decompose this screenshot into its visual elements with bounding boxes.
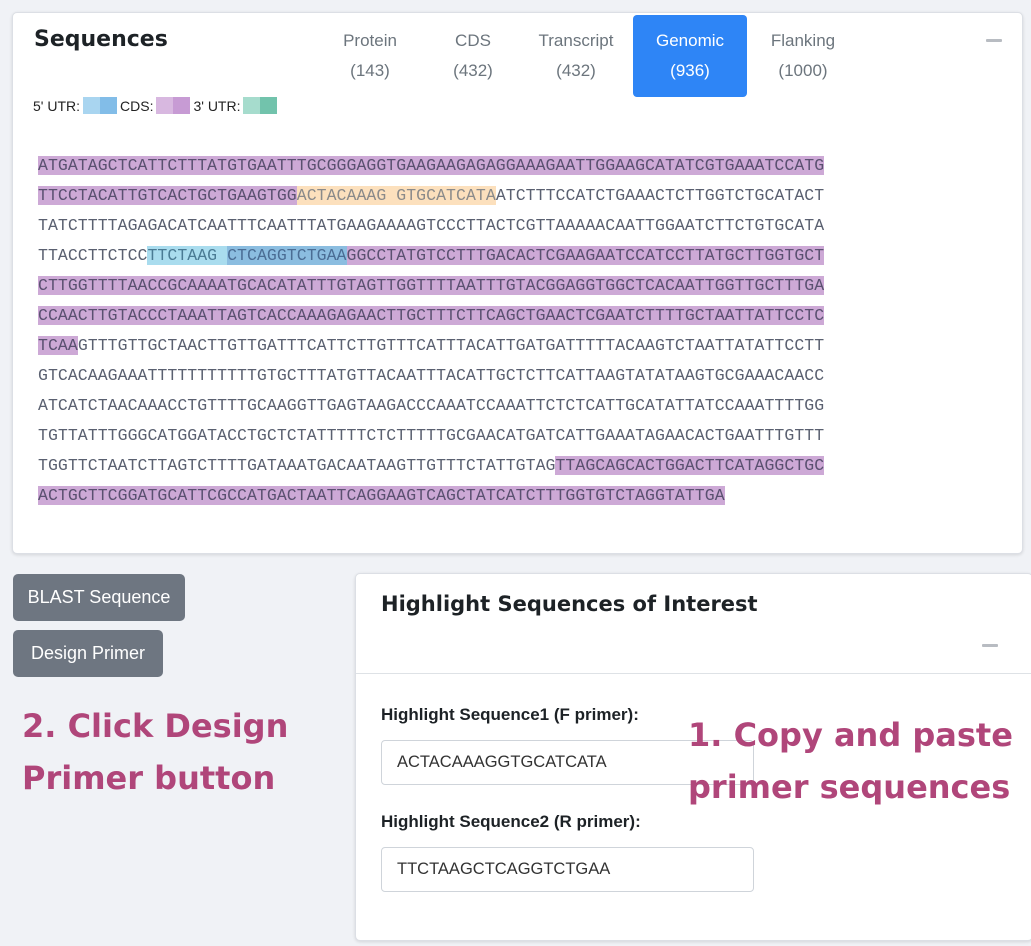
tab-cds[interactable]: CDS (432) (427, 15, 519, 97)
tab-label: Transcript (538, 31, 614, 50)
tab-count: (432) (556, 61, 596, 80)
collapse-icon[interactable] (982, 644, 998, 647)
annotation-line: Primer button (22, 759, 276, 797)
sequence-line: CTTGGTTTTAACCGCAAAATGCACATATTTGTAGTTGGTT… (38, 271, 993, 301)
r-primer-highlight: CTCAGGTCTGAA (227, 246, 347, 265)
sequence-line: ATGATAGCTCATTCTTTATGTGAATTTGCGGGAGGTGAAG… (38, 151, 993, 181)
legend-utr5-label: 5' UTR: (33, 97, 81, 114)
legend-cds-swatch-dark (173, 97, 191, 114)
sequence-line: ACTGCTTCGGATGCATTCGCCATGACTAATTCAGGAAGTC… (38, 481, 993, 511)
sequence-line: TATCTTTTAGAGACATCAATTTCAATTTATGAAGAAAAGT… (38, 211, 993, 241)
f-primer-highlight: GTGCATCATA (396, 186, 496, 205)
sequence-segment: ATCTTTCCATCTGAAACTCTTGGTCTGCATACT (495, 186, 825, 205)
sequence-line: CCAACTTGTACCCTAAATTAGTCACCAAAGAGAACTTGCT… (38, 301, 993, 331)
genomic-sequence: ATGATAGCTCATTCTTTATGTGAATTTGCGGGAGGTGAAG… (38, 151, 993, 511)
sequence-segment: ATCATCTAACAAACCTGTTTTGCAAGGTTGAGTAAGACCC… (38, 396, 825, 415)
sequence-segment: GTCACAAGAAATTTTTTTTTTTGTGCTTTATGTTACAATT… (38, 366, 825, 385)
r-primer-highlight: TTCTAAG (147, 246, 218, 265)
tab-protein[interactable]: Protein (143) (313, 15, 427, 97)
r-primer-label: Highlight Sequence2 (R primer): (381, 812, 641, 831)
f-primer-highlight: ACTACAAAG (296, 186, 387, 205)
blast-sequence-button[interactable]: BLAST Sequence (13, 574, 185, 621)
sequences-card: Sequences Protein (143) CDS (432) Transc… (12, 12, 1023, 554)
tab-label: Flanking (770, 31, 836, 50)
cds-segment: CCAACTTGTACCCTAAATTAGTCACCAAAGAGAACTTGCT… (38, 306, 825, 325)
f-primer-label: Highlight Sequence1 (F primer): (381, 705, 639, 724)
legend-utr5: 5' UTR: (33, 97, 118, 114)
legend-cds-label: CDS: (120, 97, 154, 114)
annotation-step1: 1. Copy and paste primer sequences (688, 709, 1013, 813)
legend-utr3: 3' UTR: (193, 97, 278, 114)
legend-utr3-swatch-dark (260, 97, 278, 114)
tab-count: (432) (453, 61, 493, 80)
tab-genomic[interactable]: Genomic (936) (633, 15, 747, 97)
design-primer-button[interactable]: Design Primer (13, 630, 163, 677)
tab-label: CDS (455, 31, 491, 50)
legend-utr3-swatch-light (243, 97, 261, 114)
legend-cds: CDS: (120, 97, 191, 114)
legend-utr3-label: 3' UTR: (193, 97, 241, 114)
tab-count: (1000) (778, 61, 828, 80)
cds-segment: TCAA (38, 336, 78, 355)
sequence-line: TGTTATTTGGGCATGGATACCTGCTCTATTTTTCTCTTTT… (38, 421, 993, 451)
tab-label: Protein (343, 31, 397, 50)
sequence-line: TTACCTTCTCCTTCTAAG CTCAGGTCTGAAGGCCTATGT… (38, 241, 993, 271)
sequence-segment: TATCTTTTAGAGACATCAATTTCAATTTATGAAGAAAAGT… (38, 216, 825, 235)
cds-segment: ATGATAGCTCATTCTTTATGTGAATTTGCGGGAGGTGAAG… (38, 156, 825, 175)
cds-segment: TTAGCAGCACTGGACTTCATAGGCTGC (555, 456, 825, 475)
legend-utr5-swatch-dark (100, 97, 118, 114)
sequence-line: TTCCTACATTGTCACTGCTGAAGTGGACTACAAAG GTGC… (38, 181, 993, 211)
sequences-title: Sequences (34, 27, 168, 52)
legend-cds-swatch-light (156, 97, 174, 114)
sequence-line: GTCACAAGAAATTTTTTTTTTTGTGCTTTATGTTACAATT… (38, 361, 993, 391)
sequence-legend: 5' UTR: CDS: 3' UTR: (33, 97, 280, 114)
tab-count: (143) (350, 61, 390, 80)
divider (356, 673, 1031, 674)
cds-segment: ACTGCTTCGGATGCATTCGCCATGACTAATTCAGGAAGTC… (38, 486, 725, 505)
r-primer-input[interactable] (381, 847, 754, 892)
sequence-segment: GTTTGTTGCTAACTTGTTGATTTCATTCTTGTTTCATTTA… (77, 336, 825, 355)
sequence-line: TGGTTCTAATCTTAGTCTTTTGATAAATGACAATAAGTTG… (38, 451, 993, 481)
tab-transcript[interactable]: Transcript (432) (519, 15, 633, 97)
sequence-tabs: Protein (143) CDS (432) Transcript (432)… (313, 15, 859, 97)
sequence-segment: TGTTATTTGGGCATGGATACCTGCTCTATTTTTCTCTTTT… (38, 426, 825, 445)
annotation-step2: 2. Click Design Primer button (22, 700, 288, 804)
highlight-title: Highlight Sequences of Interest (381, 592, 758, 616)
tab-label: Genomic (655, 31, 725, 50)
annotation-line: 1. Copy and paste (688, 716, 1013, 754)
cds-segment: CTTGGTTTTAACCGCAAAATGCACATATTTGTAGTTGGTT… (38, 276, 825, 295)
annotation-line: primer sequences (688, 768, 1011, 806)
annotation-line: 2. Click Design (22, 707, 289, 745)
sequence-line: TCAAGTTTGTTGCTAACTTGTTGATTTCATTCTTGTTTCA… (38, 331, 993, 361)
cds-segment: TTCCTACATTGTCACTGCTGAAGTGG (38, 186, 297, 205)
sequence-segment: TGGTTCTAATCTTAGTCTTTTGATAAATGACAATAAGTTG… (38, 456, 556, 475)
legend-utr5-swatch-light (83, 97, 101, 114)
sequence-line: ATCATCTAACAAACCTGTTTTGCAAGGTTGAGTAAGACCC… (38, 391, 993, 421)
tab-count: (936) (670, 61, 710, 80)
collapse-icon[interactable] (986, 39, 1002, 42)
sequence-segment: TTACCTTCTCC (38, 246, 148, 265)
cds-segment: GGCCTATGTCCTTTGACACTCGAAGAATCCATCCTTATGC… (346, 246, 825, 265)
tab-flanking[interactable]: Flanking (1000) (747, 15, 859, 97)
